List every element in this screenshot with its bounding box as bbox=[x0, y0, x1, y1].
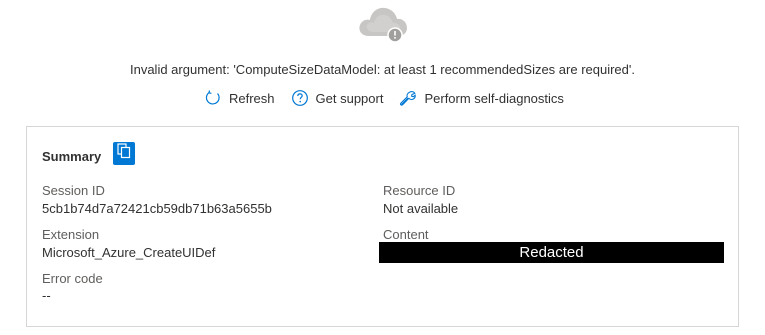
summary-title: Summary bbox=[42, 149, 102, 164]
error-page: Invalid argument: 'ComputeSizeDataModel:… bbox=[0, 0, 765, 335]
copy-button[interactable] bbox=[113, 142, 135, 165]
get-support-label: Get support bbox=[315, 90, 384, 106]
error-message: Invalid argument: 'ComputeSizeDataModel:… bbox=[129, 62, 635, 77]
extension-label: Extension bbox=[42, 227, 100, 242]
refresh-icon bbox=[204, 89, 222, 107]
session-id-label: Session ID bbox=[42, 183, 105, 198]
copy-icon bbox=[117, 143, 131, 164]
session-id-value: 5cb1b74d7a72421cb59db71b63a5655b bbox=[42, 201, 272, 216]
get-support-button[interactable]: Get support bbox=[291, 89, 384, 107]
error-code-label: Error code bbox=[42, 271, 103, 286]
resource-id-label: Resource ID bbox=[383, 183, 456, 198]
self-diagnostics-button[interactable]: Perform self-diagnostics bbox=[399, 89, 564, 107]
question-circle-icon bbox=[291, 89, 309, 107]
summary-card: Summary Session ID 5cb1b74d7a72421cb59db… bbox=[26, 126, 739, 327]
action-bar: Refresh Get support Perform self-diagnos… bbox=[204, 89, 580, 107]
refresh-label: Refresh bbox=[229, 90, 275, 106]
resource-id-value: Not available bbox=[383, 201, 459, 216]
cloud-error-icon bbox=[355, 2, 411, 44]
extension-value: Microsoft_Azure_CreateUIDef bbox=[42, 245, 216, 260]
wrench-icon bbox=[399, 89, 417, 107]
content-label: Content bbox=[383, 227, 429, 242]
error-code-value: -- bbox=[42, 288, 51, 303]
refresh-button[interactable]: Refresh bbox=[204, 89, 275, 107]
content-redacted-value: Redacted bbox=[379, 242, 724, 263]
self-diagnostics-label: Perform self-diagnostics bbox=[424, 90, 564, 106]
